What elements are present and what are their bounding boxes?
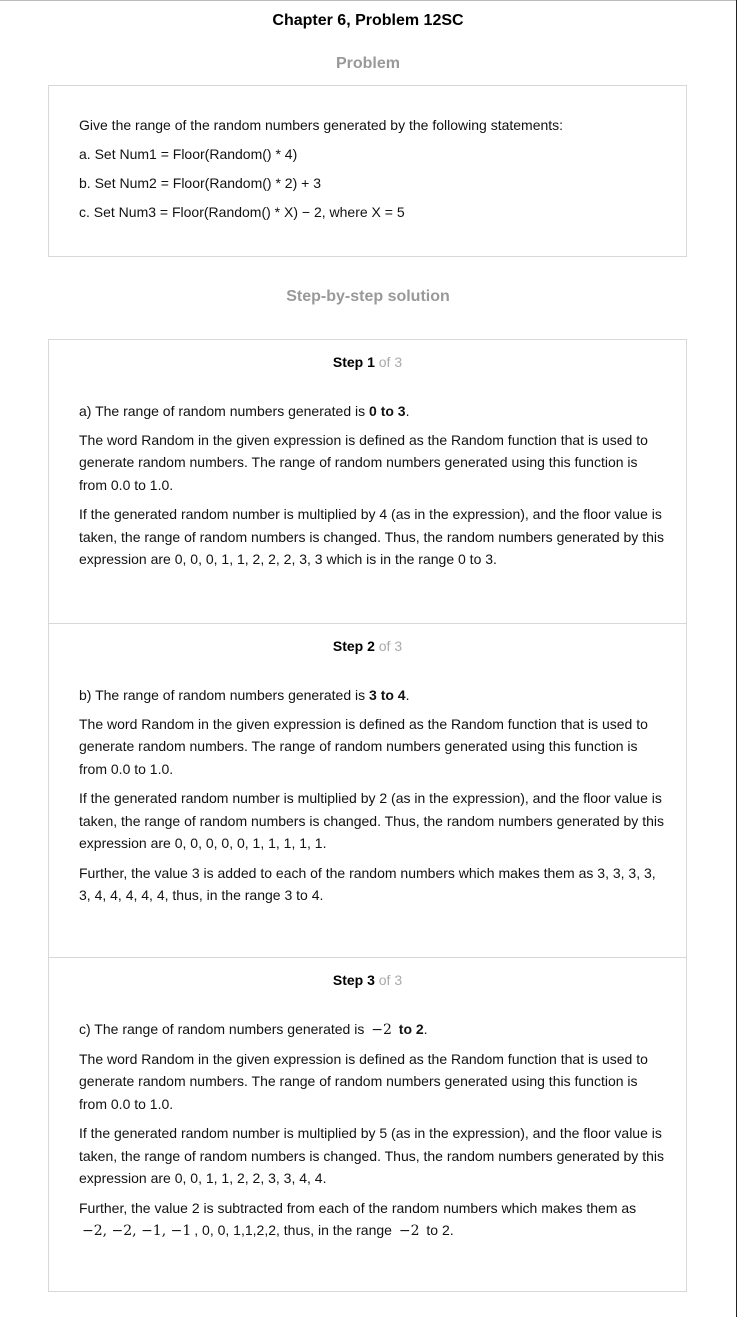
step-1-paragraph: The word Random in the given expression … [79, 431, 648, 493]
step-1-of: of 3 [378, 354, 403, 370]
top-border [0, 0, 737, 1]
problem-item-c: c. Set Num3 = Floor(Random() * X) − 2, w… [79, 204, 405, 220]
step-3-label: Step 3 [332, 972, 375, 988]
step-3-header: Step 3 of 3 [49, 970, 686, 990]
step-3-final-math-range: −2 [398, 1223, 420, 1239]
step-2-paragraph: The word Random in the given expression … [79, 715, 648, 777]
step-1-paragraph: If the generated random number is multip… [79, 506, 664, 567]
step-1-header: Step 1 of 3 [49, 352, 686, 372]
step-3-answer-suffix: . [423, 1021, 428, 1037]
step-3-answer: c) The range of random numbers generated… [79, 1018, 664, 1042]
right-border [736, 0, 737, 1317]
page-title: Chapter 6, Problem 12SC [272, 12, 464, 29]
step-1-answer: a) The range of random numbers generated… [79, 400, 664, 423]
step-3: Step 3 of 3 c) The range of random numbe… [49, 957, 686, 1292]
step-3-paragraph: If the generated random number is multip… [79, 1125, 664, 1186]
step-3-final-text: to 2. [422, 1222, 454, 1238]
step-2-paragraph: If the generated random number is multip… [79, 790, 664, 851]
step-1-label: Step 1 [332, 354, 375, 370]
step-2-body: b) The range of random numbers generated… [79, 684, 664, 914]
step-3-final-text: Further, the value 2 is subtracted from … [79, 1199, 637, 1216]
step-3-paragraph: The word Random in the given expression … [79, 1050, 648, 1112]
step-3-final-text: , 0, 0, 1,1,2,2, thus, in the range [194, 1222, 396, 1238]
step-2-answer: b) The range of random numbers generated… [79, 684, 664, 707]
step-3-answer-prefix: c) The range of random numbers generated… [79, 1021, 369, 1037]
step-3-answer-bold: to 2 [394, 1021, 424, 1037]
problem-box: Give the range of the random numbers gen… [48, 85, 687, 257]
step-3-answer-math: −2 [371, 1022, 392, 1038]
step-3-body: c) The range of random numbers generated… [79, 1018, 664, 1250]
step-2-label: Step 2 [332, 638, 375, 654]
problem-heading: Problem [335, 55, 400, 72]
problem-intro: Give the range of the random numbers gen… [79, 117, 564, 133]
step-1: Step 1 of 3 a) The range of random numbe… [49, 340, 686, 623]
step-1-answer-bold: 0 to 3 [369, 403, 406, 419]
step-2-answer-suffix: . [405, 687, 410, 703]
step-3-final-math-values: −2, −2, −1, −1 [82, 1223, 192, 1239]
step-2-paragraph: Further, the value 3 is added to each of… [79, 864, 656, 904]
problem-item-b: b. Set Num2 = Floor(Random() * 2) + 3 [79, 175, 321, 191]
step-2-answer-prefix: b) The range of random numbers generated… [79, 687, 370, 703]
step-2-of: of 3 [378, 638, 403, 654]
step-3-final-paragraph: Further, the value 2 is subtracted from … [79, 1197, 664, 1243]
step-2: Step 2 of 3 b) The range of random numbe… [49, 623, 686, 958]
step-1-answer-suffix: . [405, 403, 410, 419]
solution-heading: Step-by-step solution [286, 288, 450, 305]
step-2-answer-bold: 3 to 4 [369, 687, 406, 703]
step-2-header: Step 2 of 3 [49, 636, 686, 656]
problem-item-a: a. Set Num1 = Floor(Random() * 4) [79, 146, 298, 162]
solution-box: Step 1 of 3 a) The range of random numbe… [48, 339, 687, 1292]
step-1-body: a) The range of random numbers generated… [79, 400, 664, 578]
step-3-of: of 3 [378, 972, 403, 988]
step-1-answer-prefix: a) The range of random numbers generated… [79, 403, 370, 419]
